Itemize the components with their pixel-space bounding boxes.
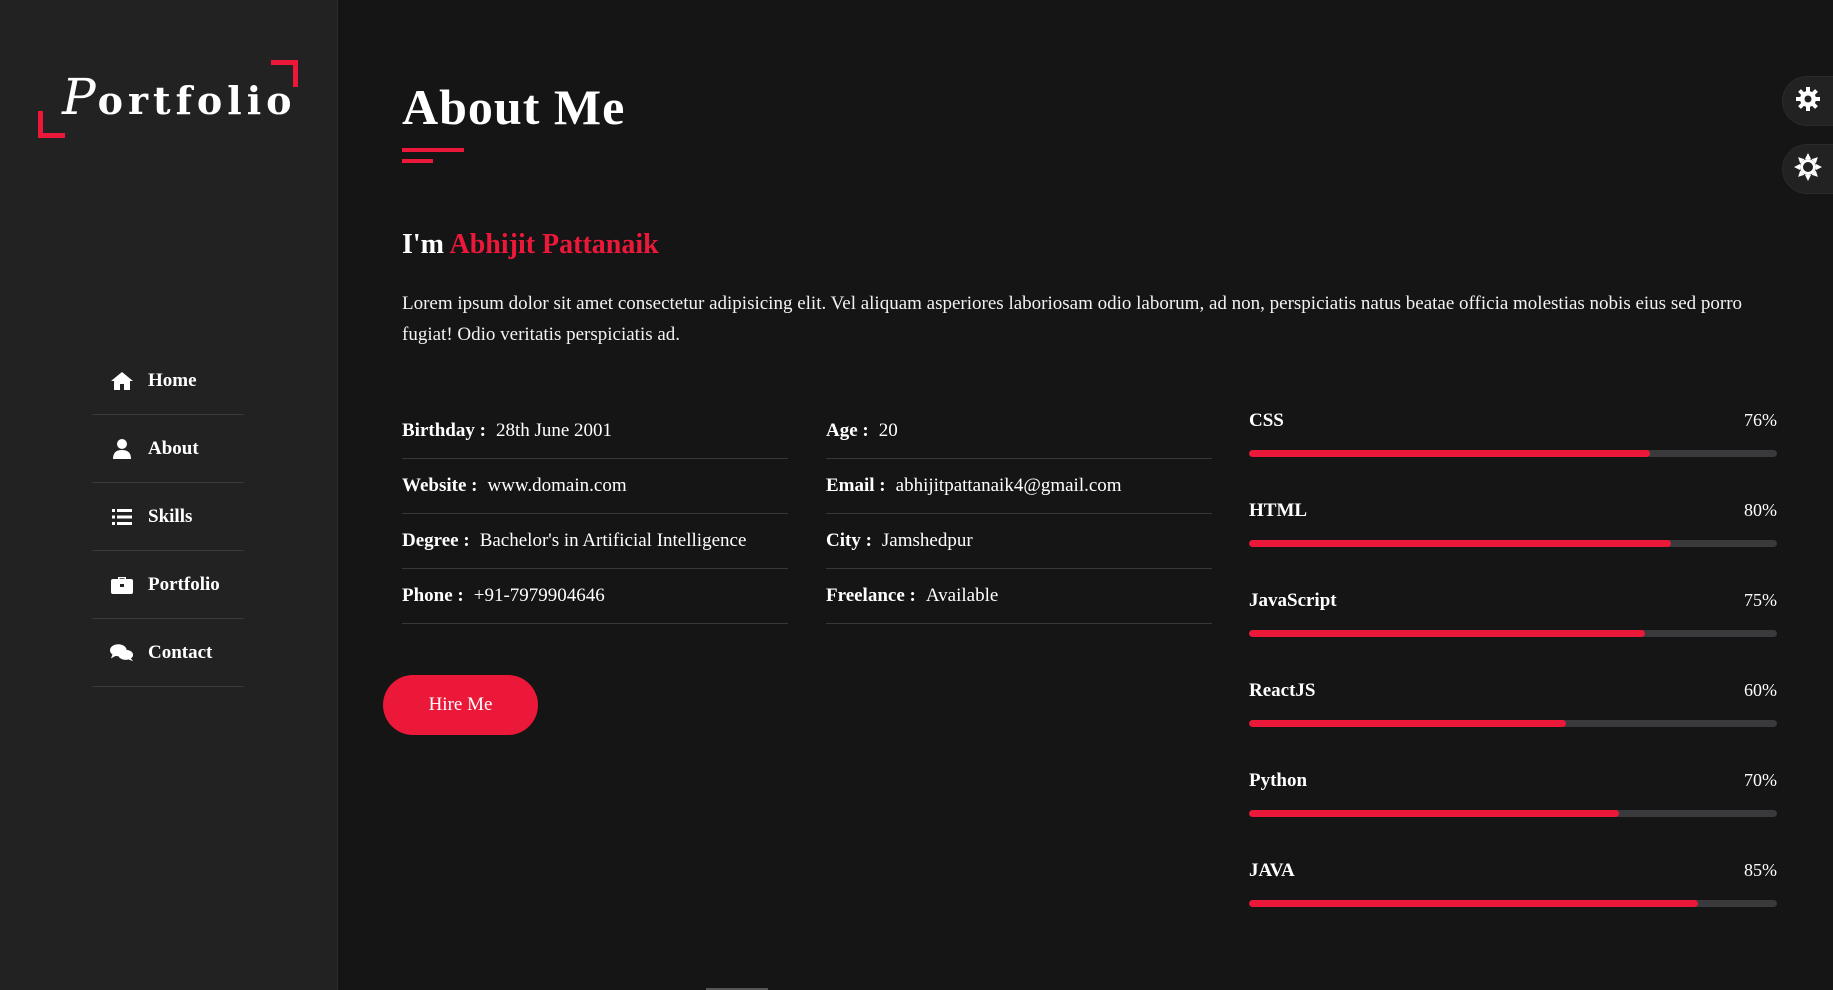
skill-item: Python 70%	[1249, 770, 1777, 860]
skill-name: JavaScript	[1249, 590, 1337, 611]
skill-percent: 80%	[1744, 500, 1777, 520]
sun-icon	[1794, 152, 1822, 186]
info-row-freelance: Freelance : Available	[826, 569, 1212, 624]
skill-item: HTML 80%	[1249, 500, 1777, 590]
skill-progress-track	[1249, 810, 1777, 817]
skill-item: JAVA 85%	[1249, 860, 1777, 950]
skill-item: CSS 76%	[1249, 410, 1777, 500]
skill-progress-track	[1249, 900, 1777, 907]
nav-item-about[interactable]: About	[92, 415, 244, 483]
nav-item-skills[interactable]: Skills	[92, 483, 244, 551]
info-row-age: Age : 20	[826, 404, 1212, 459]
info-value: Jamshedpur	[881, 530, 973, 551]
skill-item: JavaScript 75%	[1249, 590, 1777, 680]
nav-label: Portfolio	[148, 573, 220, 595]
info-label: Website :	[402, 475, 478, 496]
skill-progress-fill	[1249, 720, 1566, 727]
style-switcher-toggle[interactable]	[1782, 76, 1833, 126]
nav-label: Home	[148, 369, 197, 391]
skill-percent: 75%	[1744, 590, 1777, 610]
user-icon	[110, 438, 134, 460]
skill-progress-fill	[1249, 630, 1645, 637]
nav-item-portfolio[interactable]: Portfolio	[92, 551, 244, 619]
info-row-city: City : Jamshedpur	[826, 514, 1212, 569]
info-label: City :	[826, 530, 872, 551]
skill-progress-fill	[1249, 540, 1672, 547]
info-label: Email :	[826, 475, 886, 496]
gear-icon	[1795, 86, 1821, 117]
skill-progress-track	[1249, 540, 1777, 547]
page-title: About Me	[402, 79, 626, 135]
info-label: Birthday :	[402, 420, 486, 441]
skill-name: HTML	[1249, 500, 1308, 521]
personal-info-right: Age : 20 Email : abhijitpattanaik4@gmail.c…	[826, 404, 1212, 624]
skill-progress-track	[1249, 450, 1777, 457]
title-underline	[402, 148, 464, 152]
about-section: About Me I'm Abhijit Pattanaik Lorem ips…	[338, 0, 1833, 990]
nav-item-contact[interactable]: Contact	[92, 619, 244, 687]
hire-me-button[interactable]: Hire Me	[383, 675, 538, 735]
info-label: Age :	[826, 420, 869, 441]
skill-percent: 85%	[1744, 860, 1777, 880]
info-label: Degree :	[402, 530, 470, 551]
info-label: Freelance :	[826, 585, 916, 606]
info-value: www.domain.com	[487, 475, 627, 496]
info-row-email: Email : abhijitpattanaik4@gmail.com	[826, 459, 1212, 514]
info-value: 28th June 2001	[495, 420, 613, 441]
info-label: Phone :	[402, 585, 464, 606]
skill-percent: 60%	[1744, 680, 1777, 700]
title-underline-short	[402, 159, 433, 163]
sidebar: Portfolio Home About Skills Portfolio Co…	[0, 0, 338, 990]
nav-label: Skills	[148, 505, 193, 527]
skill-name: ReactJS	[1249, 680, 1316, 701]
main-nav: Home About Skills Portfolio Contact	[92, 347, 244, 687]
logo-corner-bottom-left	[38, 111, 65, 138]
info-row-phone: Phone : +91-7979904646	[402, 569, 788, 624]
comments-icon	[110, 642, 134, 664]
skill-item: ReactJS 60%	[1249, 680, 1777, 770]
skill-name: JAVA	[1249, 860, 1295, 881]
skill-progress-fill	[1249, 900, 1698, 907]
about-description: Lorem ipsum dolor sit amet consectetur a…	[402, 293, 1743, 345]
list-icon	[110, 506, 134, 528]
skill-name: Python	[1249, 770, 1308, 791]
briefcase-icon	[110, 574, 134, 596]
personal-info-left: Birthday : 28th June 2001 Website : www.do…	[402, 404, 788, 624]
skill-progress-fill	[1249, 450, 1651, 457]
intro-heading: I'm Abhijit Pattanaik	[402, 229, 659, 260]
info-value: abhijitpattanaik4@gmail.com	[895, 475, 1122, 496]
skill-progress-track	[1249, 720, 1777, 727]
info-value: Available	[925, 585, 999, 606]
info-value: Bachelor's in Artificial Intelligence	[479, 530, 747, 551]
skill-name: CSS	[1249, 410, 1284, 431]
skill-percent: 76%	[1744, 410, 1777, 430]
skills-list: CSS 76% HTML 80% JavaScript 75% ReactJS …	[1249, 410, 1777, 950]
theme-toggle[interactable]	[1782, 144, 1833, 194]
home-icon	[110, 370, 134, 392]
logo[interactable]: Portfolio	[38, 58, 300, 138]
info-row-birthday: Birthday : 28th June 2001	[402, 404, 788, 459]
skill-progress-fill	[1249, 810, 1619, 817]
info-row-degree: Degree : Bachelor's in Artificial Intelli…	[402, 514, 788, 569]
nav-label: About	[148, 437, 199, 459]
info-row-website: Website : www.domain.com	[402, 459, 788, 514]
skill-progress-track	[1249, 630, 1777, 637]
nav-label: Contact	[148, 641, 213, 663]
logo-text: Portfolio	[62, 68, 297, 126]
skill-percent: 70%	[1744, 770, 1777, 790]
intro-name: Abhijit Pattanaik	[449, 229, 659, 260]
info-value: 20	[878, 420, 898, 441]
nav-item-home[interactable]: Home	[92, 347, 244, 415]
info-value: +91-7979904646	[473, 585, 605, 606]
